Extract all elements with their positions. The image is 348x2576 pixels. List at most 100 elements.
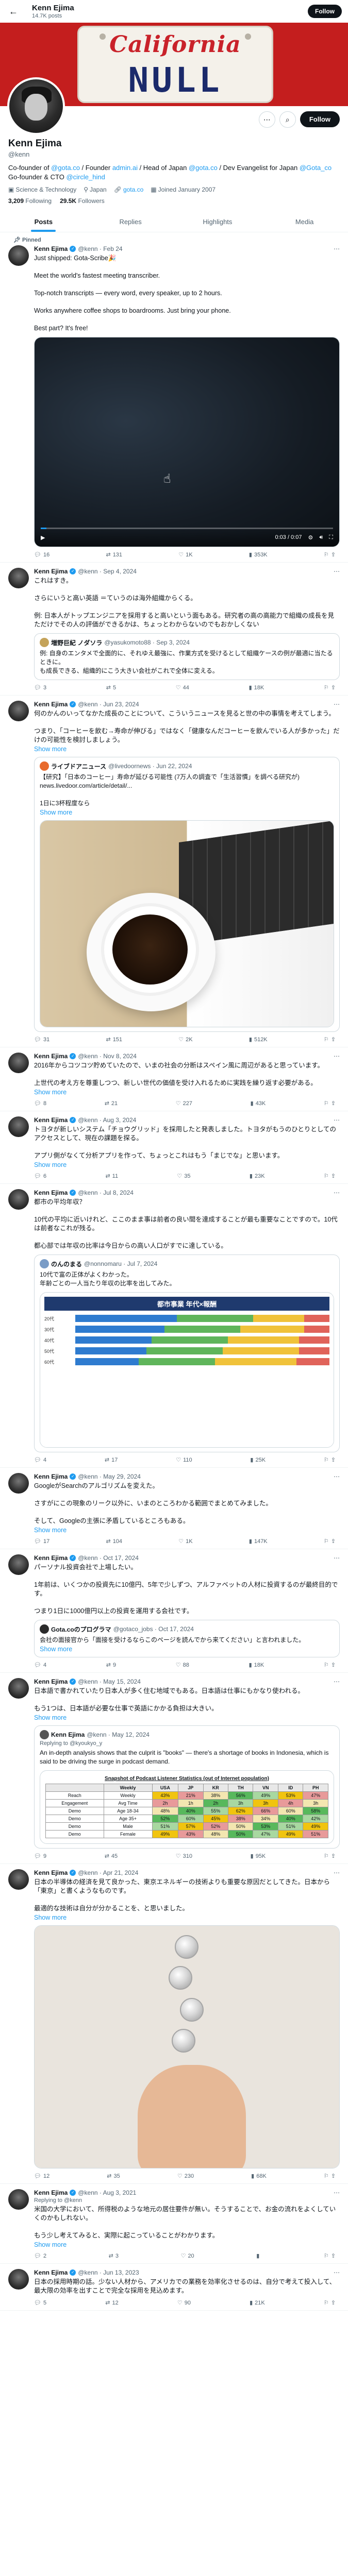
bio-link[interactable]: @circle_hind xyxy=(66,173,105,181)
reply-button[interactable]: 💬︎ 4 xyxy=(34,1662,46,1669)
tweet[interactable]: Kenn Ejima ✓ @kenn · Sep 4, 2024 ⋯ これはすき。 さ… xyxy=(0,563,348,696)
repost-button[interactable]: ⇄ 104 xyxy=(106,1538,122,1545)
views-button[interactable]: ▮ 147K xyxy=(249,1538,268,1545)
reply-button[interactable]: 💬︎ 3 xyxy=(34,684,46,691)
tweet-avatar[interactable] xyxy=(8,1678,29,1699)
views-button[interactable]: ▮ 18K xyxy=(249,1662,264,1669)
show-more-link[interactable]: Show more xyxy=(34,1714,340,1721)
volume-icon[interactable]: 🔊︎ xyxy=(319,534,323,541)
views-button[interactable]: ▮ xyxy=(256,2252,261,2259)
tweet[interactable]: Kenn Ejima ✓ @kenn · Aug 3, 2024 ⋯ トヨタが新しいシ… xyxy=(0,1111,348,1184)
tweet-author[interactable]: Kenn Ejima xyxy=(34,1869,68,1876)
tweet[interactable]: Kenn Ejima ✓ @kenn · May 29, 2024 ⋯ Googleが… xyxy=(0,1468,348,1549)
show-more-link[interactable]: Show more xyxy=(34,2241,340,2248)
quoted-tweet[interactable]: のんのまる @nonnomaru · Jul 7, 2024 10代で富の正体がよ… xyxy=(34,1255,340,1452)
views-button[interactable]: ▮ 353K xyxy=(249,551,268,558)
reply-button[interactable]: 💬︎ 5 xyxy=(34,2299,46,2307)
like-button[interactable]: ♡ 1K xyxy=(178,1538,192,1545)
show-more-link[interactable]: Show more xyxy=(40,809,334,816)
follow-button[interactable]: Follow xyxy=(300,111,340,127)
like-button[interactable]: ♡ 88 xyxy=(176,1662,189,1669)
tweet-avatar[interactable] xyxy=(8,701,29,721)
like-button[interactable]: ♡ 110 xyxy=(176,1456,192,1464)
tweet-author[interactable]: Kenn Ejima xyxy=(34,568,68,575)
tweet-author[interactable]: Kenn Ejima xyxy=(34,1473,68,1480)
share-button[interactable]: ⚐ ⇪ xyxy=(324,1662,336,1668)
tweet-avatar[interactable] xyxy=(8,568,29,588)
quote-image[interactable] xyxy=(40,820,334,1027)
share-button[interactable]: ⚐ ⇪ xyxy=(324,684,336,691)
bio-link[interactable]: @gota.co xyxy=(51,164,80,172)
tweet-author[interactable]: Kenn Ejima xyxy=(34,245,68,252)
like-button[interactable]: ♡ 227 xyxy=(176,1100,192,1107)
show-more-link[interactable]: Show more xyxy=(34,1161,340,1168)
repost-button[interactable]: ⇄ 3 xyxy=(109,2252,119,2260)
share-button[interactable]: ⚐ ⇪ xyxy=(324,2173,336,2179)
reply-button[interactable]: 💬︎ 16 xyxy=(34,551,49,558)
tweet-author[interactable]: Kenn Ejima xyxy=(34,1053,68,1060)
tweet[interactable]: Kenn Ejima ✓ @kenn · Apr 21, 2024 ⋯ 日本の半導体の… xyxy=(0,1864,348,2184)
share-button[interactable]: ⚐ ⇪ xyxy=(324,1456,336,1463)
repost-button[interactable]: ⇄ 131 xyxy=(106,551,122,558)
tab-posts[interactable]: Posts xyxy=(0,211,87,232)
share-button[interactable]: ⚐ ⇪ xyxy=(324,2299,336,2306)
tweet[interactable]: 📌︎ Pinned Kenn Ejima ✓ @kenn · Feb 24 ⋯ Jus… xyxy=(0,232,348,563)
more-icon[interactable]: ⋯ xyxy=(334,2269,340,2276)
tweet[interactable]: Kenn Ejima ✓ @kenn · Jun 13, 2023 ⋯ 日本の採用時期… xyxy=(0,2264,348,2311)
tweet-image[interactable] xyxy=(34,1925,340,2168)
like-button[interactable]: ♡ 1K xyxy=(178,551,192,558)
tweet-avatar[interactable] xyxy=(8,1116,29,1137)
tweet-avatar[interactable] xyxy=(8,245,29,266)
reply-button[interactable]: 💬︎ 9 xyxy=(34,1853,46,1860)
repost-button[interactable]: ⇄ 11 xyxy=(105,1173,118,1180)
more-icon[interactable]: ⋯ xyxy=(334,1473,340,1480)
more-icon[interactable]: ⋯ xyxy=(334,1116,340,1124)
views-button[interactable]: ▮ 68K xyxy=(251,2173,267,2180)
tweet-avatar[interactable] xyxy=(8,1554,29,1575)
more-icon[interactable]: ⋯ xyxy=(334,701,340,708)
tweet-author[interactable]: Kenn Ejima xyxy=(34,2269,68,2276)
show-more-link[interactable]: Show more xyxy=(34,1527,340,1534)
bio-link[interactable]: @gota.co xyxy=(189,164,218,172)
reply-button[interactable]: 💬︎ 4 xyxy=(34,1456,46,1464)
repost-button[interactable]: ⇄ 9 xyxy=(106,1662,116,1669)
tweet[interactable]: Kenn Ejima ✓ @kenn · May 15, 2024 ⋯ 日本語で書かれ… xyxy=(0,1673,348,1864)
share-button[interactable]: ⚐ ⇪ xyxy=(324,1853,336,1859)
views-button[interactable]: ▮ 95K xyxy=(251,1853,266,1860)
repost-button[interactable]: ⇄ 21 xyxy=(105,1100,118,1107)
show-more-link[interactable]: Show more xyxy=(34,1089,340,1096)
website-item[interactable]: 🔗︎ gota.co xyxy=(114,186,144,193)
views-button[interactable]: ▮ 18K xyxy=(249,684,264,691)
share-button[interactable]: ⚐ ⇪ xyxy=(324,1538,336,1545)
share-button[interactable]: ⚐ ⇪ xyxy=(324,1173,336,1179)
like-button[interactable]: ♡ 44 xyxy=(176,684,189,691)
tweet-author[interactable]: Kenn Ejima xyxy=(34,2189,68,2196)
settings-icon[interactable]: ⚙ xyxy=(308,534,313,541)
reply-button[interactable]: 💬︎ 8 xyxy=(34,1100,46,1107)
quoted-tweet[interactable]: Kenn Ejima @kenn · May 12, 2024 Replying … xyxy=(34,1725,340,1849)
tweet[interactable]: Kenn Ejima ✓ @kenn · Nov 8, 2024 ⋯ 2016年からコ… xyxy=(0,1047,348,1111)
show-more-link[interactable]: Show more xyxy=(34,1914,340,1921)
back-arrow-icon[interactable]: ← xyxy=(6,4,21,19)
views-button[interactable]: ▮ 43K xyxy=(251,1100,266,1107)
more-icon[interactable]: ⋯ xyxy=(334,1053,340,1060)
share-button[interactable]: ⚐ ⇪ xyxy=(324,1036,336,1043)
tab-replies[interactable]: Replies xyxy=(87,211,174,232)
tweet-avatar[interactable] xyxy=(8,1189,29,1210)
views-button[interactable]: ▮ 25K xyxy=(250,1456,266,1464)
repost-button[interactable]: ⇄ 35 xyxy=(107,2173,120,2180)
quote-chart-image[interactable]: 都市事業 年代×報酬 20代 30代 40代 50代 60代 xyxy=(40,1292,334,1448)
like-button[interactable]: ♡ 90 xyxy=(177,2299,191,2307)
tweet-avatar[interactable] xyxy=(8,1053,29,1073)
video-player[interactable]: ☝ ▶ 0:03 / 0:07 ⚙ 🔊︎ ⛶ xyxy=(35,337,339,547)
tweet[interactable]: Kenn Ejima ✓ @kenn · Jun 23, 2024 ⋯ 何のかんのいっ… xyxy=(0,696,348,1047)
more-icon[interactable]: ⋯ xyxy=(334,2189,340,2196)
views-button[interactable]: ▮ 23K xyxy=(250,1173,265,1180)
following-stat[interactable]: 3,209 Following xyxy=(8,197,52,205)
like-button[interactable]: ♡ 230 xyxy=(177,2173,194,2180)
tweet-author[interactable]: Kenn Ejima xyxy=(34,1554,68,1562)
share-button[interactable]: ⚐ ⇪ xyxy=(324,2252,336,2259)
reply-button[interactable]: 💬︎ 2 xyxy=(34,2252,46,2260)
reply-button[interactable]: 💬︎ 6 xyxy=(34,1173,46,1180)
reply-button[interactable]: 💬︎ 17 xyxy=(34,1538,49,1545)
